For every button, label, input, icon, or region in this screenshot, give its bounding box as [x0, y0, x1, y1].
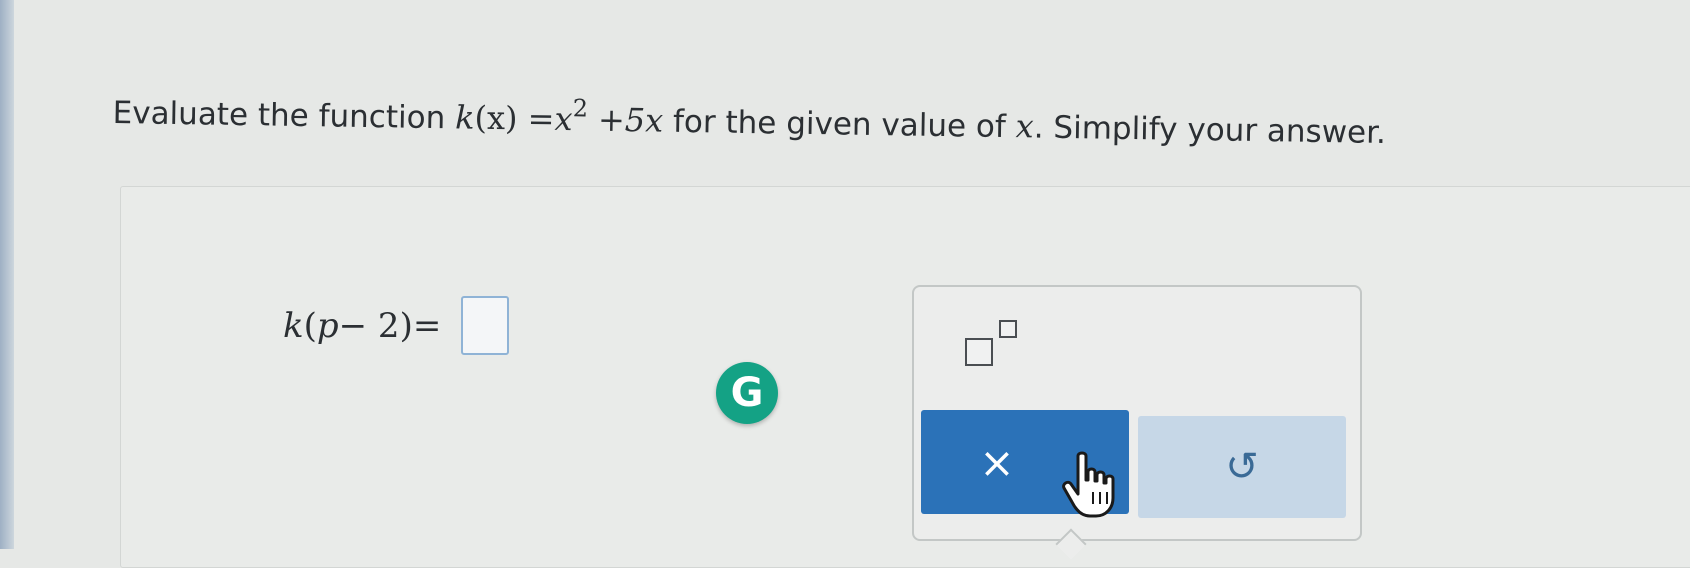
exponent-button[interactable]	[965, 316, 1025, 366]
exponent: 2	[572, 94, 589, 123]
equation-function: k	[283, 305, 304, 346]
question-middle: for the given value of	[662, 103, 1016, 146]
hand-cursor-icon	[1062, 451, 1115, 518]
close-icon: ×	[979, 437, 1015, 487]
question-variable: x	[1015, 107, 1035, 146]
exponent-base-icon	[965, 338, 993, 366]
undo-icon: ↺	[1225, 444, 1259, 490]
answer-input[interactable]	[461, 296, 510, 355]
equation-variable: p	[316, 305, 339, 346]
grammarly-icon[interactable]: G	[716, 362, 778, 424]
answer-panel	[120, 186, 1690, 568]
question-end: . Simplify your answer.	[1033, 109, 1387, 151]
function-definition: k(x) =x2 +5x	[454, 94, 664, 140]
question-prompt: Evaluate the function k(x) =x2 +5x for t…	[112, 92, 1592, 158]
exponent-superscript-icon	[999, 320, 1017, 338]
window-edge	[0, 0, 14, 549]
answer-equation: k(p − 2) =	[283, 296, 510, 355]
question-prefix: Evaluate the function	[112, 94, 456, 137]
undo-button[interactable]: ↺	[1138, 416, 1346, 518]
